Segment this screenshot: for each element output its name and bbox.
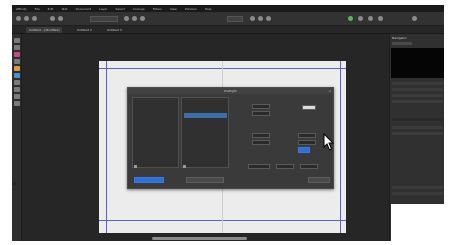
fill-tool-icon[interactable]	[14, 73, 20, 78]
setting-field-g[interactable]	[298, 140, 316, 145]
fix-field-1[interactable]	[248, 164, 270, 169]
setting-field-c[interactable]	[302, 105, 316, 110]
menu-item-window[interactable]: Window	[185, 7, 197, 11]
persona-icon[interactable]	[16, 16, 21, 21]
menu-item-app[interactable]: Affinity	[16, 7, 27, 11]
order-icon[interactable]	[250, 16, 255, 21]
mouse-pointer-icon	[323, 133, 335, 151]
view-mode-icon[interactable]	[378, 16, 383, 21]
add-profile-icon[interactable]	[134, 165, 137, 168]
canvas[interactable]: Preflight ×	[22, 34, 389, 241]
panel-subtab[interactable]	[392, 42, 412, 45]
panel-divider	[392, 118, 443, 121]
guide-vertical-right	[340, 61, 341, 233]
preflight-dialog: Preflight ×	[127, 87, 334, 189]
persona-icon-2[interactable]	[24, 16, 29, 21]
gear-icon[interactable]	[58, 16, 63, 21]
panel-row[interactable]	[392, 126, 443, 129]
setting-field-a[interactable]	[252, 104, 270, 109]
panel-row[interactable]	[392, 82, 443, 85]
snapping-icon[interactable]	[358, 16, 363, 21]
snap-icon[interactable]	[132, 16, 137, 21]
check-list[interactable]	[181, 97, 229, 168]
order-icon-2[interactable]	[258, 16, 263, 21]
document-tab-bar: Untitled – [Modified] Untitled 2 Untitle…	[12, 26, 444, 34]
account-icon[interactable]	[412, 16, 417, 21]
document-tab-1[interactable]: Untitled – [Modified]	[26, 27, 63, 33]
profile-action-button[interactable]	[134, 177, 164, 183]
fix-field-2[interactable]	[276, 164, 294, 169]
menu-item-arrange[interactable]: Arrange	[133, 7, 145, 11]
menu-item-text[interactable]: Text	[61, 7, 67, 11]
accent-toggle-button[interactable]	[298, 147, 310, 153]
pen-tool-icon[interactable]	[14, 52, 20, 57]
setting-field-e[interactable]	[252, 140, 270, 145]
dialog-title: Preflight	[128, 88, 333, 94]
horizontal-scrollbar[interactable]	[152, 237, 247, 240]
menu-item-edit[interactable]: Edit	[48, 7, 54, 11]
align-icon[interactable]	[124, 16, 129, 21]
menu-icon[interactable]	[50, 16, 55, 21]
move-tool-icon[interactable]	[14, 38, 20, 43]
persona-icon-3[interactable]	[32, 16, 37, 21]
panel-row[interactable]	[392, 186, 443, 189]
document-tab-3[interactable]: Untitled 3	[104, 27, 125, 33]
panel-row[interactable]	[392, 132, 443, 135]
brush-tool-icon[interactable]	[14, 66, 20, 71]
add-check-icon[interactable]	[183, 165, 186, 168]
toolbar	[12, 12, 444, 26]
check-action-button[interactable]	[186, 177, 224, 183]
menu-item-select[interactable]: Select	[115, 7, 124, 11]
menu-item-view[interactable]: View	[170, 7, 177, 11]
panel-row[interactable]	[392, 100, 443, 103]
tools-panel	[12, 34, 22, 241]
toolbar-control[interactable]	[227, 16, 243, 22]
close-icon[interactable]: ×	[328, 89, 331, 93]
panel-row[interactable]	[392, 88, 443, 91]
zoom-tool-icon[interactable]	[14, 101, 20, 106]
grid-icon[interactable]	[140, 16, 145, 21]
shape-tool-icon[interactable]	[14, 87, 20, 92]
menu-item-filters[interactable]: Filters	[153, 7, 162, 11]
assistant-icon[interactable]	[348, 16, 353, 21]
fix-field-3[interactable]	[300, 164, 318, 169]
app-window: Affinity File Edit Text Document Layer S…	[12, 5, 444, 241]
panel-row[interactable]	[392, 94, 443, 97]
setting-field-d[interactable]	[252, 133, 270, 138]
pencil-tool-icon[interactable]	[14, 59, 20, 64]
menu-bar: Affinity File Edit Text Document Layer S…	[12, 5, 444, 12]
menu-item-layer[interactable]: Layer	[99, 7, 107, 11]
tool-indicator	[13, 182, 16, 185]
crop-tool-icon[interactable]	[14, 94, 20, 99]
navigator-preview[interactable]	[391, 48, 444, 78]
setting-field-f[interactable]	[298, 133, 316, 138]
text-tool-icon[interactable]	[14, 80, 20, 85]
preview-icon[interactable]	[368, 16, 373, 21]
toolbar-dropdown[interactable]	[90, 16, 118, 22]
node-tool-icon[interactable]	[14, 45, 20, 50]
close-dialog-button[interactable]	[308, 177, 330, 183]
menu-item-help[interactable]: Help	[205, 7, 212, 11]
right-panel: Navigator	[389, 34, 444, 241]
profile-list[interactable]	[132, 97, 179, 168]
order-icon-3[interactable]	[266, 16, 271, 21]
document-tab-2[interactable]: Untitled 2	[74, 27, 95, 33]
panel-tab[interactable]: Navigator	[392, 36, 407, 40]
check-list-item-selected[interactable]	[184, 113, 227, 118]
menu-item-document[interactable]: Document	[76, 7, 92, 11]
panel-row[interactable]	[392, 192, 443, 195]
setting-field-b[interactable]	[252, 111, 270, 116]
menu-item-file[interactable]: File	[35, 7, 40, 11]
swatch-preview[interactable]	[391, 204, 444, 241]
guide-vertical-left	[106, 61, 107, 233]
